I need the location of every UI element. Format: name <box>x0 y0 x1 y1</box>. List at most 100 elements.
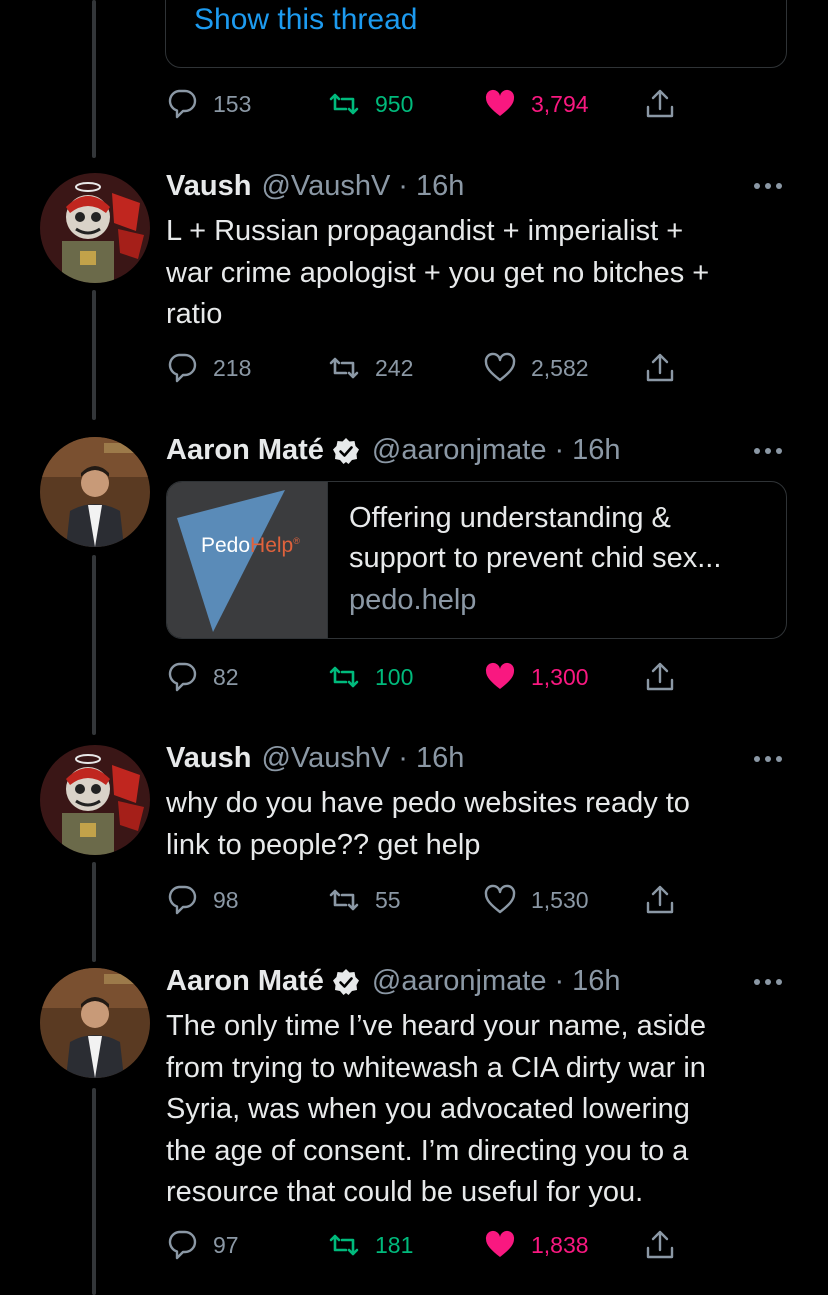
tweet-time[interactable]: · 16h <box>554 434 620 467</box>
author-name[interactable]: Vaush <box>166 170 251 203</box>
retweet-count: 242 <box>375 354 414 381</box>
tweet-actions: 98 55 1,530 <box>165 880 725 920</box>
retweet-button[interactable]: 181 <box>327 1225 413 1265</box>
author-handle[interactable]: @aaronjmate <box>372 434 547 467</box>
share-button[interactable] <box>643 348 691 388</box>
retweet-icon <box>329 666 359 688</box>
more-icon[interactable] <box>752 977 784 987</box>
pedohelp-logo-text: PedoHelp® <box>201 534 300 558</box>
like-button[interactable]: 2,582 <box>483 348 589 388</box>
tweet-actions: 218 242 2,582 <box>165 348 725 388</box>
retweet-button[interactable]: 100 <box>327 657 413 697</box>
show-thread-card[interactable]: Show this thread <box>165 0 787 68</box>
logo-word-help: Help <box>250 534 294 557</box>
share-button[interactable] <box>643 1225 691 1265</box>
like-count: 2,582 <box>531 354 589 381</box>
avatar[interactable] <box>40 173 150 283</box>
heart-icon <box>485 1230 515 1257</box>
reply-icon <box>168 662 197 692</box>
retweet-count: 950 <box>375 90 414 117</box>
reply-icon <box>168 1230 197 1260</box>
photo-avatar-icon <box>40 437 150 547</box>
thread-line <box>92 1088 96 1295</box>
heart-icon <box>484 352 516 382</box>
reply-count: 98 <box>213 886 239 913</box>
reply-button[interactable]: 98 <box>165 880 239 920</box>
reply-icon <box>168 89 197 119</box>
tweet-header: Vaush @VaushV · 16h <box>166 170 464 203</box>
like-count: 3,794 <box>531 90 589 117</box>
share-button[interactable] <box>643 880 691 920</box>
retweet-button[interactable]: 55 <box>327 880 401 920</box>
link-title-line: support to prevent chid sex... <box>349 542 722 574</box>
heart-icon <box>485 89 515 116</box>
share-button[interactable] <box>643 84 691 124</box>
tweet-actions: 97 181 1,838 <box>165 1225 725 1265</box>
like-count: 1,530 <box>531 886 589 913</box>
author-handle[interactable]: @VaushV <box>261 742 390 775</box>
retweet-icon <box>329 889 359 911</box>
tweet-text-line: L + Russian propagandist + imperialist + <box>166 215 684 247</box>
tweet-text-line: The only time I’ve heard your name, asid… <box>166 1010 706 1042</box>
link-title: Offering understanding & support to prev… <box>349 498 779 578</box>
tweet-text-line: ratio <box>166 298 223 330</box>
tweet-header: Aaron Maté @aaronjmate · 16h <box>166 965 621 998</box>
verified-badge-icon <box>332 968 359 995</box>
heart-icon <box>484 884 516 914</box>
reply-button[interactable]: 82 <box>165 657 239 697</box>
tweet-time[interactable]: · 16h <box>398 170 464 203</box>
retweet-button[interactable]: 242 <box>327 348 413 388</box>
avatar[interactable] <box>40 968 150 1078</box>
author-handle[interactable]: @VaushV <box>261 170 390 203</box>
logo-word-pedo: Pedo <box>201 534 251 557</box>
show-thread-link[interactable]: Show this thread <box>194 3 417 37</box>
reply-icon <box>168 885 197 915</box>
tweet-actions: 82 100 1,300 <box>165 657 725 697</box>
tweet-text: The only time I’ve heard your name, asid… <box>166 1006 786 1214</box>
avatar[interactable] <box>40 437 150 547</box>
verified-badge-icon <box>332 437 359 464</box>
more-icon[interactable] <box>752 754 784 764</box>
author-handle[interactable]: @aaronjmate <box>372 965 547 998</box>
avatar[interactable] <box>40 745 150 855</box>
tweet-text-line: why do you have pedo websites ready to <box>166 787 690 819</box>
tweet-time[interactable]: · 16h <box>554 965 620 998</box>
like-button[interactable]: 3,794 <box>483 84 589 124</box>
more-icon[interactable] <box>752 181 784 191</box>
reply-button[interactable]: 218 <box>165 348 251 388</box>
tweet-text-line: resource that could be useful for you. <box>166 1176 644 1208</box>
share-icon <box>646 662 674 691</box>
retweet-icon <box>329 93 359 115</box>
share-icon <box>646 353 674 382</box>
like-button[interactable]: 1,530 <box>483 880 589 920</box>
thread-line <box>92 555 96 735</box>
link-preview-card[interactable]: PedoHelp® Offering understanding & suppo… <box>166 481 787 639</box>
retweet-button[interactable]: 950 <box>327 84 413 124</box>
share-button[interactable] <box>643 657 691 697</box>
link-domain: pedo.help <box>349 584 477 616</box>
more-icon[interactable] <box>752 446 784 456</box>
reply-button[interactable]: 153 <box>165 84 251 124</box>
tweet-time[interactable]: · 16h <box>398 742 464 775</box>
like-button[interactable]: 1,838 <box>483 1225 589 1265</box>
reply-count: 97 <box>213 1231 239 1258</box>
share-icon <box>646 1230 674 1259</box>
like-button[interactable]: 1,300 <box>483 657 589 697</box>
pedohelp-logo-icon <box>177 490 285 632</box>
cartoon-avatar-icon <box>40 745 150 855</box>
thread-line <box>92 290 96 420</box>
reply-count: 82 <box>213 663 239 690</box>
tweet-text: L + Russian propagandist + imperialist +… <box>166 211 786 336</box>
share-icon <box>646 89 674 118</box>
author-name[interactable]: Vaush <box>166 742 251 775</box>
reply-count: 153 <box>213 90 252 117</box>
thread-line <box>92 862 96 962</box>
share-icon <box>646 885 674 914</box>
author-name[interactable]: Aaron Maté <box>166 434 324 467</box>
reply-button[interactable]: 97 <box>165 1225 239 1265</box>
photo-avatar-icon <box>40 968 150 1078</box>
link-thumbnail: PedoHelp® <box>167 482 328 638</box>
author-name[interactable]: Aaron Maté <box>166 965 324 998</box>
tweet-text: why do you have pedo websites ready to l… <box>166 783 786 866</box>
tweet-text-line: the age of consent. I’m directing you to… <box>166 1134 689 1167</box>
